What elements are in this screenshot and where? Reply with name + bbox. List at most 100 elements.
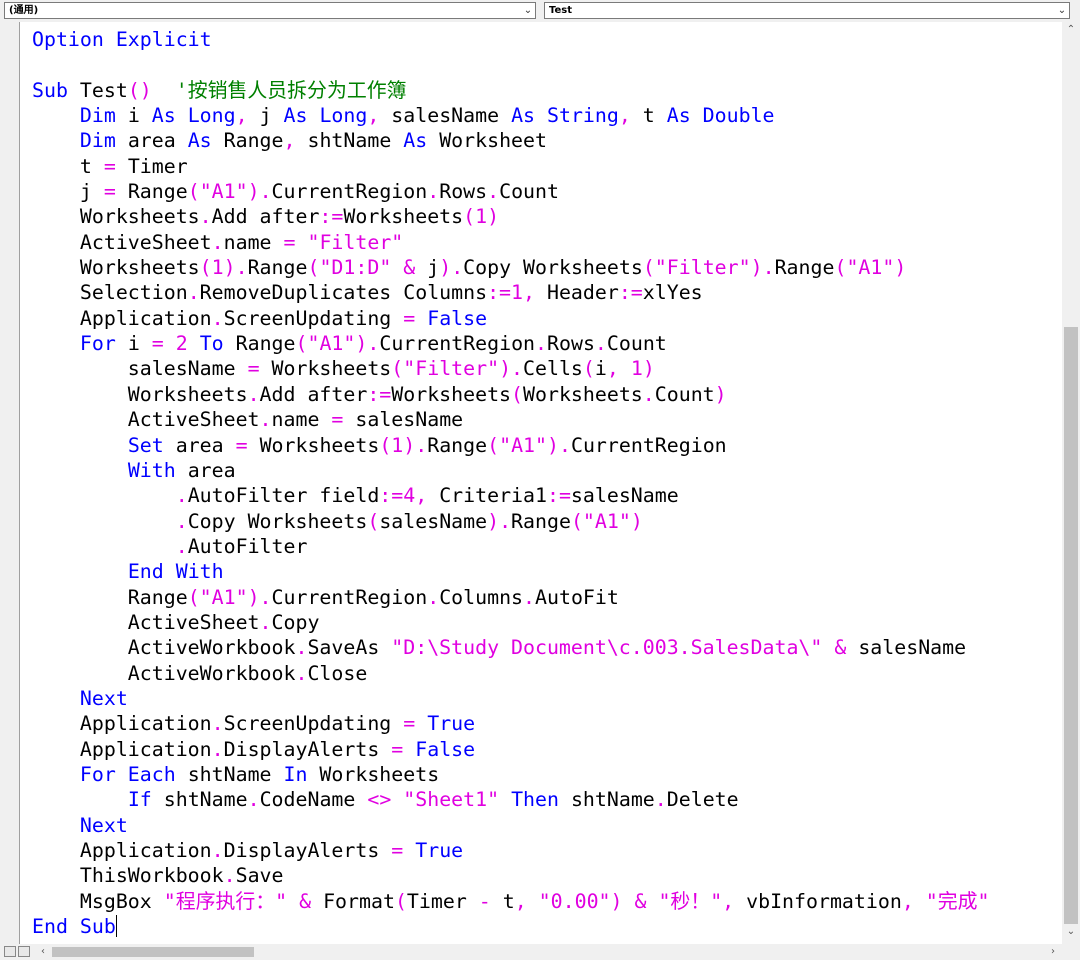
code-editor[interactable]: Option Explicit Sub Test() '按销售人员拆分为工作簿 D… [20, 22, 1062, 944]
code-line[interactable]: Next [32, 813, 990, 838]
code-token: :=1, [487, 281, 547, 305]
code-token: (1). [379, 433, 428, 457]
code-token: "0.00" [538, 889, 611, 913]
code-token: ) [714, 382, 727, 406]
code-token: Copy Worksheets [187, 509, 368, 533]
full-module-view-button[interactable] [18, 946, 30, 957]
code-token: = [403, 712, 416, 736]
code-line[interactable]: ActiveSheet.Copy [32, 610, 990, 635]
vertical-scroll-thumb[interactable] [1064, 327, 1078, 924]
arrow-left-icon[interactable]: ‹ [36, 944, 50, 960]
code-line[interactable]: Selection.RemoveDuplicates Columns:=1, H… [32, 280, 990, 305]
code-token: i [115, 332, 152, 356]
code-line[interactable]: Option Explicit [32, 27, 990, 52]
code-line[interactable]: With area [32, 458, 990, 483]
code-token: . [175, 509, 188, 533]
code-line[interactable]: ActiveWorkbook.Close [32, 661, 990, 686]
code-token: "A1" [307, 332, 356, 356]
code-token: Count [606, 332, 667, 356]
code-token: := [546, 484, 571, 508]
code-line[interactable]: Next [32, 686, 990, 711]
code-line[interactable]: If shtName.CodeName <> "Sheet1" Then sht… [32, 787, 990, 812]
code-token: If [127, 788, 152, 812]
code-line[interactable]: MsgBox "程序执行：" & Format(Timer - t, "0.00… [32, 889, 990, 914]
code-line[interactable]: Sub Test() '按销售人员拆分为工作簿 [32, 78, 990, 103]
code-text[interactable]: Option Explicit Sub Test() '按销售人员拆分为工作簿 D… [32, 27, 990, 939]
code-token: ). [487, 509, 512, 533]
code-token: "Filter" [654, 256, 751, 280]
code-line[interactable]: ActiveSheet.name = "Filter" [32, 230, 990, 255]
code-line[interactable]: .AutoFilter field:=4, Criteria1:=salesNa… [32, 483, 990, 508]
object-dropdown-value: (通用) [9, 5, 39, 16]
code-token: To [199, 332, 224, 356]
code-line[interactable]: ActiveSheet.name = salesName [32, 407, 990, 432]
procedure-view-button[interactable] [4, 946, 16, 957]
code-line[interactable]: Application.ScreenUpdating = False [32, 306, 990, 331]
code-line[interactable]: j = Range("A1").CurrentRegion.Rows.Count [32, 179, 990, 204]
object-dropdown[interactable]: (通用) ⌄ [4, 2, 536, 19]
code-token: Worksheets [32, 205, 200, 229]
code-token: "程序执行：" [163, 889, 288, 913]
code-token: "Filter" [403, 357, 500, 381]
arrow-down-icon[interactable]: ⌄ [1062, 926, 1080, 942]
code-line[interactable]: Worksheets.Add after:=Worksheets(Workshe… [32, 382, 990, 407]
code-line[interactable]: Application.DisplayAlerts = True [32, 838, 990, 863]
code-token: ( [295, 332, 308, 356]
horizontal-scroll-thumb[interactable] [52, 947, 254, 957]
code-line[interactable]: For i = 2 To Range("A1").CurrentRegion.R… [32, 331, 990, 356]
code-token: () [127, 78, 152, 102]
code-line[interactable]: ThisWorkbook.Save [32, 863, 990, 888]
code-token: Test [67, 78, 128, 102]
chevron-down-icon[interactable]: ⌄ [1055, 3, 1069, 18]
code-token: End Sub [32, 915, 116, 939]
vertical-scrollbar[interactable]: ⌃ ⌄ [1062, 22, 1080, 944]
code-line[interactable]: Application.ScreenUpdating = True [32, 711, 990, 736]
horizontal-scrollbar[interactable]: ‹ › [0, 944, 1080, 960]
code-token: . [535, 332, 548, 356]
code-token: . [211, 712, 224, 736]
code-token: , [618, 104, 643, 128]
code-line[interactable]: .Copy Worksheets(salesName).Range("A1") [32, 509, 990, 534]
code-token: End With [127, 560, 224, 584]
code-line[interactable]: salesName = Worksheets("Filter").Cells(i… [32, 356, 990, 381]
code-line[interactable]: For Each shtName In Worksheets [32, 762, 990, 787]
code-token: For Each [79, 762, 176, 786]
code-token: Add after [259, 382, 368, 406]
code-line[interactable] [32, 52, 990, 77]
code-line[interactable]: t = Timer [32, 154, 990, 179]
arrow-right-icon[interactable]: › [1046, 944, 1060, 960]
chevron-down-icon[interactable]: ⌄ [521, 3, 535, 18]
code-token: CurrentRegion [570, 433, 727, 457]
breakpoint-margin[interactable] [0, 22, 20, 944]
code-token: As Long [283, 104, 368, 128]
code-token: area [163, 433, 236, 457]
code-token: MsgBox [32, 889, 164, 913]
code-token: Timer [115, 154, 188, 178]
code-token: ( [307, 256, 320, 280]
code-token: ). [547, 433, 571, 457]
code-token: . [223, 864, 236, 888]
code-line[interactable]: Dim area As Range, shtName As Worksheet [32, 128, 990, 153]
code-line[interactable]: End With [32, 559, 990, 584]
code-line[interactable]: Range("A1").CurrentRegion.Columns.AutoFi… [32, 585, 990, 610]
code-token: = 2 [151, 332, 200, 356]
code-token: Worksheets [523, 382, 643, 406]
code-line[interactable]: Application.DisplayAlerts = False [32, 737, 990, 762]
code-line[interactable]: Worksheets(1).Range("D1:D" & j).Copy Wor… [32, 255, 990, 280]
code-line[interactable]: Dim i As Long, j As Long, salesName As S… [32, 103, 990, 128]
code-line[interactable]: End Sub [32, 914, 990, 939]
code-line[interactable]: Set area = Worksheets(1).Range("A1").Cur… [32, 433, 990, 458]
code-token: salesName [343, 408, 464, 432]
code-token: As Long [151, 104, 236, 128]
arrow-up-icon[interactable]: ⌃ [1062, 24, 1080, 40]
code-token: Close [307, 661, 368, 685]
code-token: Range [211, 129, 284, 153]
code-line[interactable]: ActiveWorkbook.SaveAs "D:\Study Document… [32, 635, 990, 660]
code-line[interactable]: Worksheets.Add after:=Worksheets(1) [32, 204, 990, 229]
procedure-dropdown[interactable]: Test ⌄ [544, 2, 1070, 19]
code-token: Sub [32, 78, 68, 102]
code-line[interactable]: .AutoFilter [32, 534, 990, 559]
